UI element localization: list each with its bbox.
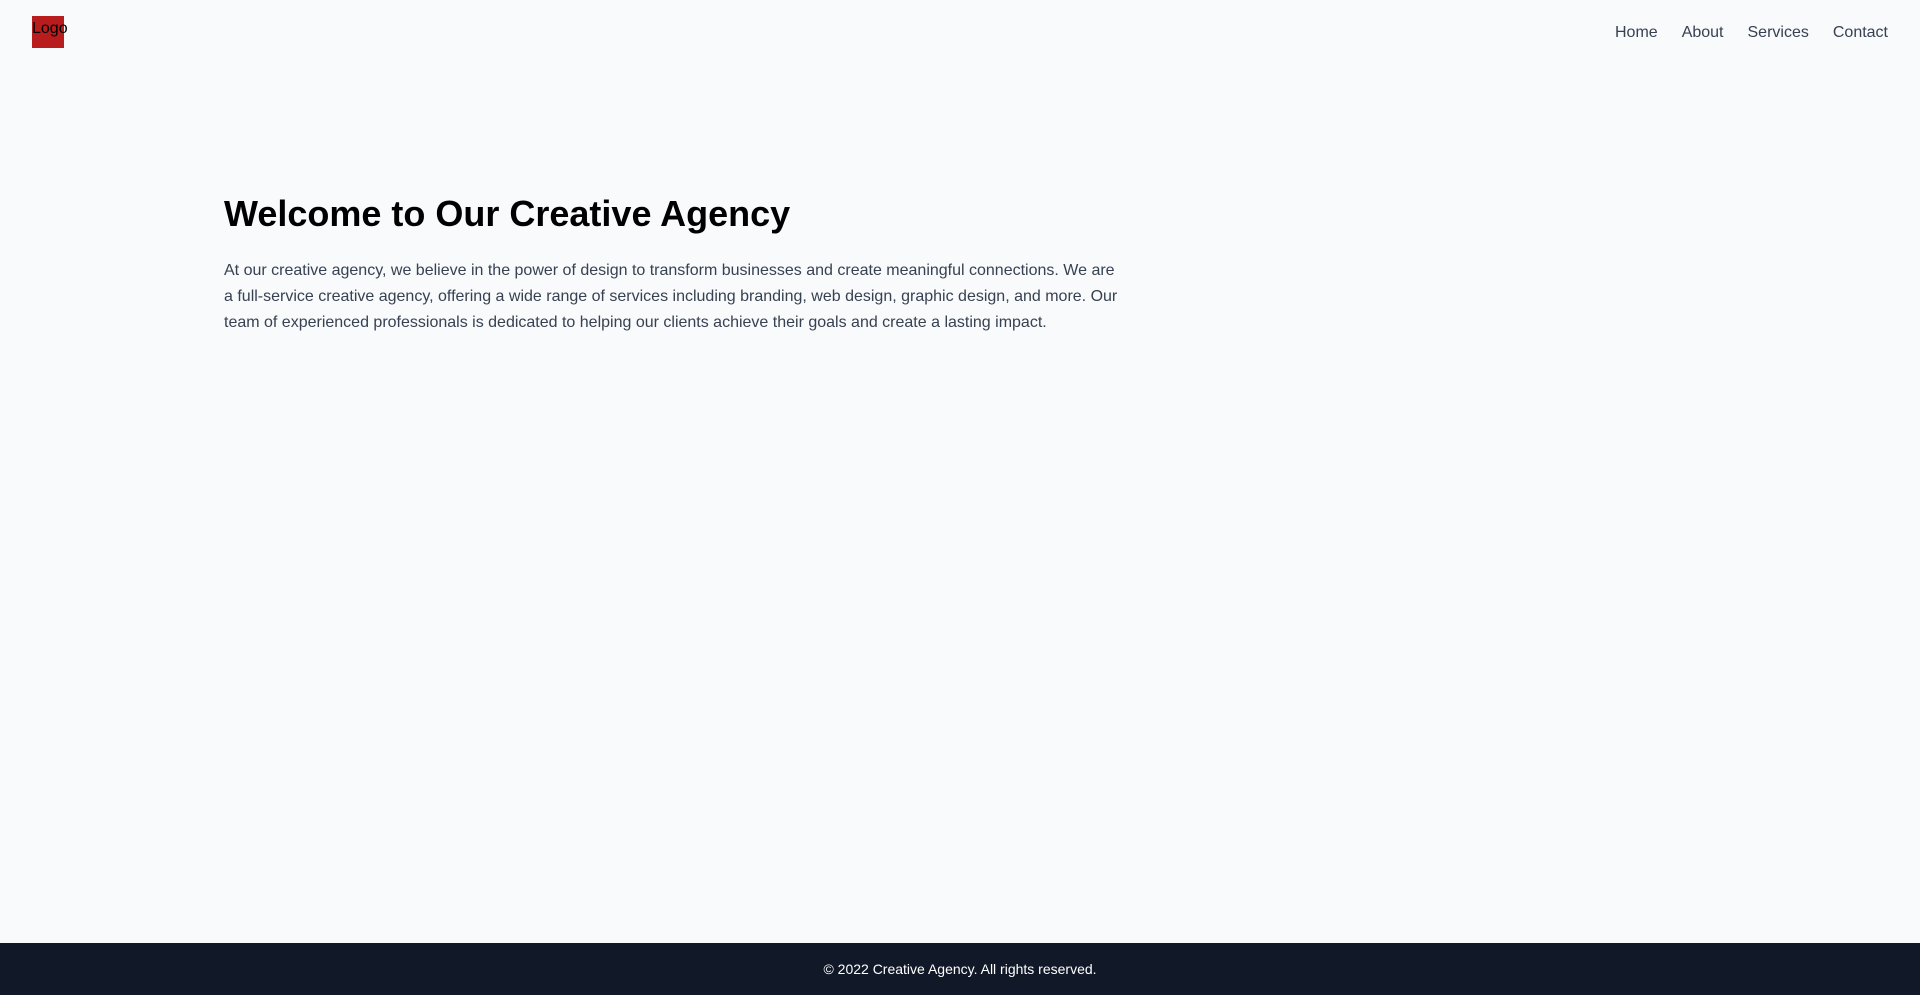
page-title: Welcome to Our Creative Agency (224, 193, 791, 234)
logo[interactable]: Logo (32, 16, 68, 48)
site-header: Logo Home About Services Contact (0, 0, 1920, 66)
logo-text: Logo (32, 20, 68, 37)
nav-home-link[interactable]: Home (1615, 21, 1658, 45)
hero-section: Welcome to Our Creative Agency At our cr… (224, 190, 1124, 336)
intro-paragraph: At our creative agency, we believe in th… (224, 262, 1118, 331)
page: Logo Home About Services Contact Welcome… (0, 0, 1920, 995)
site-footer: © 2022 Creative Agency. All rights reser… (0, 943, 1920, 995)
nav-about-link[interactable]: About (1682, 21, 1724, 45)
copyright-text: © 2022 Creative Agency. All rights reser… (823, 961, 1097, 977)
nav-services-link[interactable]: Services (1748, 21, 1809, 45)
main-nav: Home About Services Contact (1615, 21, 1888, 45)
nav-contact-link[interactable]: Contact (1833, 21, 1888, 45)
